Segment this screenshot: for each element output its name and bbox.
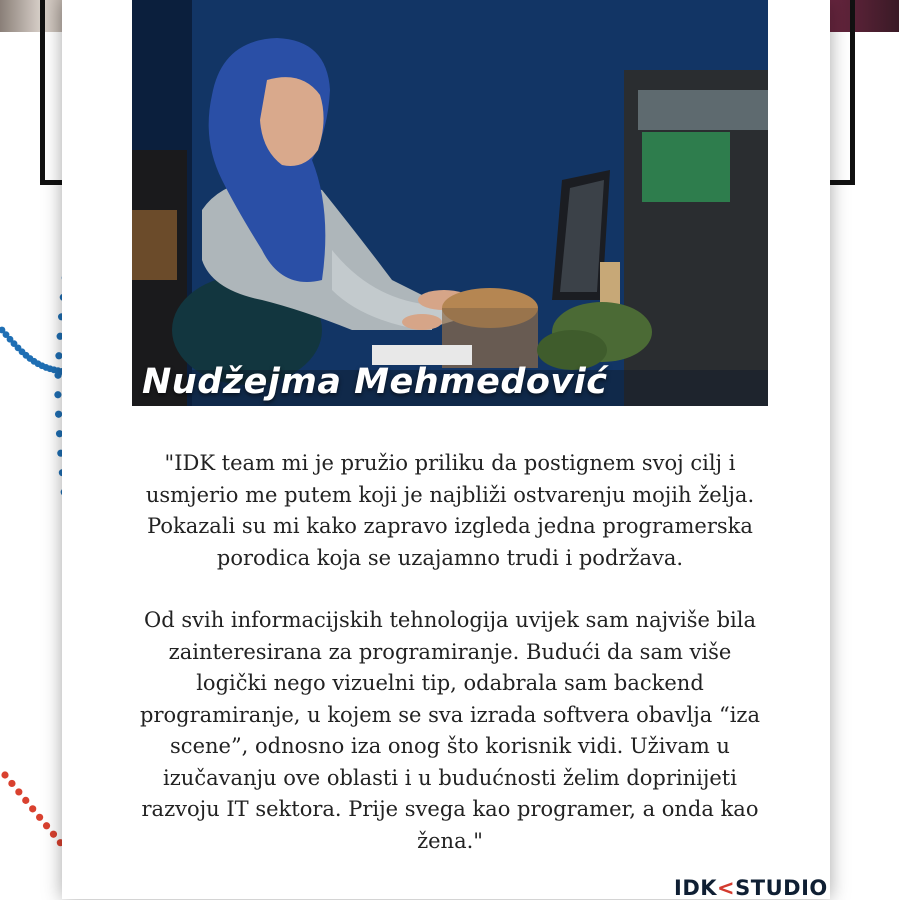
decorative-dot: [8, 779, 16, 788]
logo-mark-icon: <: [717, 876, 736, 900]
idk-studio-logo: IDK<STUDIO: [674, 876, 828, 900]
quote-paragraph-1: "IDK team mi je pružio priliku da postig…: [145, 451, 755, 570]
decorative-dot: [42, 822, 51, 830]
decorative-dot: [15, 788, 23, 796]
logo-text-left: IDK: [674, 876, 718, 900]
testimonial-quote: "IDK team mi je pružio priliku da postig…: [140, 448, 760, 857]
woman-at-laptop-photo: [132, 0, 768, 406]
person-name: Nudžejma Mehmedović: [142, 362, 608, 402]
decorative-dot: [1, 771, 9, 779]
decorative-dot: [22, 796, 30, 804]
decorative-dot: [29, 805, 37, 813]
decorative-dot: [54, 391, 62, 399]
profile-photo: Nudžejma Mehmedović: [132, 0, 768, 406]
decorative-dot: [49, 830, 58, 838]
decorative-dot: [36, 813, 44, 821]
quote-paragraph-2: Od svih informacijskih tehnologija uvije…: [140, 608, 761, 853]
logo-text-right: STUDIO: [735, 876, 828, 900]
testimonial-card: Nudžejma Mehmedović "IDK team mi je pruž…: [62, 0, 830, 900]
